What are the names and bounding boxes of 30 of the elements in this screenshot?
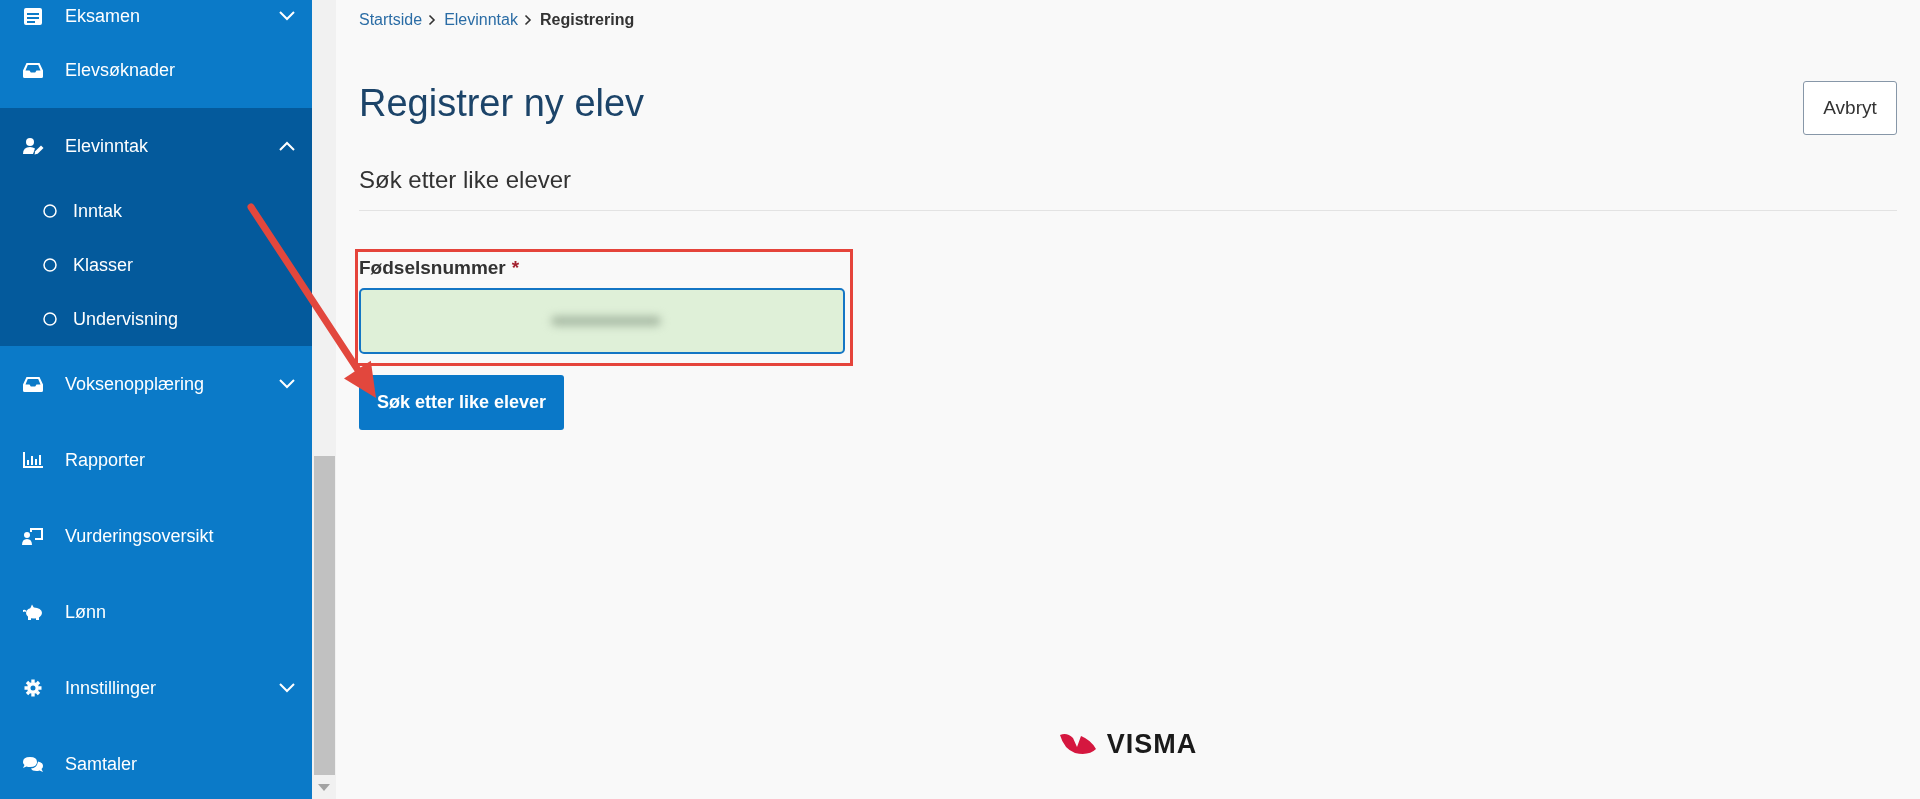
logo-text: VISMA: [1106, 731, 1198, 757]
search-button[interactable]: Søk etter like elever: [359, 375, 565, 430]
inbox-icon: [22, 375, 44, 393]
presentation-icon: [22, 527, 44, 545]
submenu-item[interactable]: Undervisning: [0, 292, 312, 346]
scroll-down-arrow-icon[interactable]: [318, 783, 330, 791]
section-heading: Søk etter like elever: [359, 165, 1897, 211]
scrollbar-track[interactable]: [312, 0, 336, 799]
field-label: Fødselsnummer: [359, 257, 506, 279]
required-mark: *: [511, 257, 520, 279]
chat-icon: [22, 755, 44, 773]
document-icon: [22, 7, 44, 25]
page-title: Registrer ny elev: [359, 81, 645, 125]
gear-icon: [22, 679, 44, 697]
chevron-right-icon: [523, 14, 532, 26]
cancel-button[interactable]: Avbryt: [1803, 81, 1897, 135]
logo-mark-icon: [1058, 732, 1097, 756]
sidebar-item[interactable]: Elevinntak: [0, 108, 312, 184]
bar-chart-icon: [22, 451, 44, 469]
breadcrumb-link[interactable]: Elevinntak: [444, 10, 518, 30]
submenu-item[interactable]: Inntak: [0, 184, 312, 238]
current-page-name: Registrering: [539, 10, 635, 30]
input-field[interactable]: [359, 288, 845, 354]
inbox-icon: [22, 61, 44, 79]
user-edit-icon: [22, 137, 44, 155]
scrollbar-thumb[interactable]: [313, 456, 335, 775]
submenu-item[interactable]: Klasser: [0, 238, 312, 292]
piggy-bank-icon: [22, 603, 44, 621]
chevron-right-icon: [428, 14, 437, 26]
breadcrumb-link[interactable]: Startside: [359, 10, 423, 30]
